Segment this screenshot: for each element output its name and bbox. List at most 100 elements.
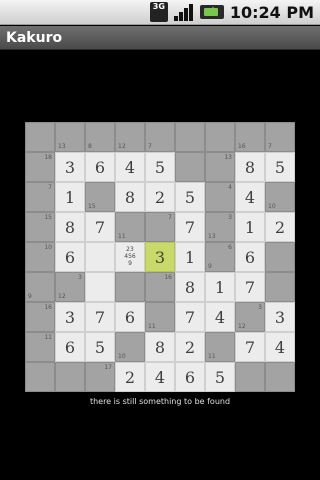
clue-cell: 9 [25,272,55,302]
cell-value: 1 [64,188,76,207]
answer-cell[interactable]: 5 [145,152,175,182]
answer-cell[interactable]: 5 [205,362,235,392]
answer-cell[interactable]: 8 [175,272,205,302]
answer-cell[interactable]: 5 [175,182,205,212]
answer-cell[interactable]: 6 [55,332,85,362]
down-clue: 9 [208,263,212,270]
answer-cell[interactable]: 7 [235,272,265,302]
clue-cell: 10 [25,242,55,272]
clue-cell: 11 [25,332,55,362]
cell-value: 1 [184,248,196,267]
answer-cell[interactable] [85,242,115,272]
cell-value: 7 [184,308,196,327]
across-clue: 10 [44,244,52,251]
cell-value: 4 [214,308,226,327]
answer-cell[interactable]: 6 [175,362,205,392]
clue-cell: 4 [205,182,235,212]
clue-cell: 16 [145,272,175,302]
answer-cell[interactable]: 2 [265,212,295,242]
answer-cell[interactable]: 2 [175,332,205,362]
answer-cell[interactable]: 7 [175,212,205,242]
selected-cell[interactable]: 3 [145,242,175,272]
down-clue: 11 [148,323,156,330]
cell-value: 8 [184,278,196,297]
down-clue: 15 [88,203,96,210]
cell-value: 5 [154,158,166,177]
across-clue: 17 [104,364,112,371]
cell-value: 4 [274,338,286,357]
cell-value: 8 [244,158,256,177]
cell-value: 4 [154,368,166,387]
answer-cell[interactable]: 3 [265,302,295,332]
answer-cell[interactable]: 7 [235,332,265,362]
answer-cell[interactable]: 4 [235,182,265,212]
network-3g-icon: 3G [149,2,168,22]
answer-cell[interactable]: 6 [85,152,115,182]
answer-cell[interactable]: 3 [55,302,85,332]
kakuro-board: 13 8 12 7 16 7 18 3 6 4 5 13 8 5 7 1 15 8 2 5 4 4 10 15 8 7 11 7 7 13… [25,122,295,392]
across-clue: 7 [48,184,52,191]
across-clue: 7 [168,214,172,221]
across-clue: 13 [224,154,232,161]
clue-cell [55,362,85,392]
cell-value: 8 [64,218,76,237]
clue-cell: 18 [25,152,55,182]
answer-cell[interactable]: 8 [55,212,85,242]
answer-cell[interactable]: 6 [115,302,145,332]
answer-cell[interactable]: 7 [175,302,205,332]
answer-cell[interactable]: 1 [235,212,265,242]
answer-cell[interactable]: 1 [175,242,205,272]
answer-cell[interactable]: 5 [265,152,295,182]
clue-cell: 11 [205,332,235,362]
answer-cell[interactable] [85,272,115,302]
answer-cell[interactable]: 2 [115,362,145,392]
cell-value: 2 [154,188,166,207]
cell-value: 7 [184,218,196,237]
across-clue: 6 [228,244,232,251]
down-clue: 7 [268,143,272,150]
answer-cell[interactable]: 7 [85,302,115,332]
answer-cell[interactable]: 1 [55,182,85,212]
down-clue: 11 [118,233,126,240]
answer-cell[interactable]: 3 [55,152,85,182]
answer-cell[interactable]: 4 [205,302,235,332]
clue-cell: 13 3 [205,212,235,242]
cell-value: 7 [244,278,256,297]
cell-value: 3 [274,308,286,327]
cell-value: 6 [94,158,106,177]
clue-cell: 12 3 [55,272,85,302]
across-clue: 16 [44,304,52,311]
cell-value: 8 [124,188,136,207]
answer-cell[interactable]: 1 [205,272,235,302]
app-title-bar: Kakuro [0,26,320,50]
clue-cell: 11 [115,212,145,242]
cell-value: 3 [64,158,76,177]
answer-cell[interactable]: 5 [85,332,115,362]
answer-cell[interactable]: 6 [235,242,265,272]
answer-cell[interactable]: 4 [115,152,145,182]
across-clue: 3 [258,304,262,311]
signal-strength-icon [173,3,194,21]
answer-cell[interactable]: 4 [265,332,295,362]
answer-cell[interactable]: 4 [145,362,175,392]
across-clue: 3 [228,214,232,221]
clue-cell: 12 3 [235,302,265,332]
clue-cell [235,362,265,392]
clue-cell [175,122,205,152]
answer-cell[interactable]: 8 [115,182,145,212]
cell-value: 5 [94,338,106,357]
clue-cell: 7 [145,212,175,242]
answer-cell[interactable]: 6 [55,242,85,272]
clue-cell [175,152,205,182]
across-clue: 15 [44,214,52,221]
answer-cell[interactable]: 8 [145,332,175,362]
answer-cell[interactable]: 23 456 9 [115,242,145,272]
cell-value: 5 [274,158,286,177]
answer-cell[interactable]: 2 [145,182,175,212]
cell-value: 8 [154,338,166,357]
cell-value: 4 [244,188,256,207]
cell-value: 6 [64,248,76,267]
answer-cell[interactable]: 7 [85,212,115,242]
down-clue: 13 [58,143,66,150]
answer-cell[interactable]: 8 [235,152,265,182]
